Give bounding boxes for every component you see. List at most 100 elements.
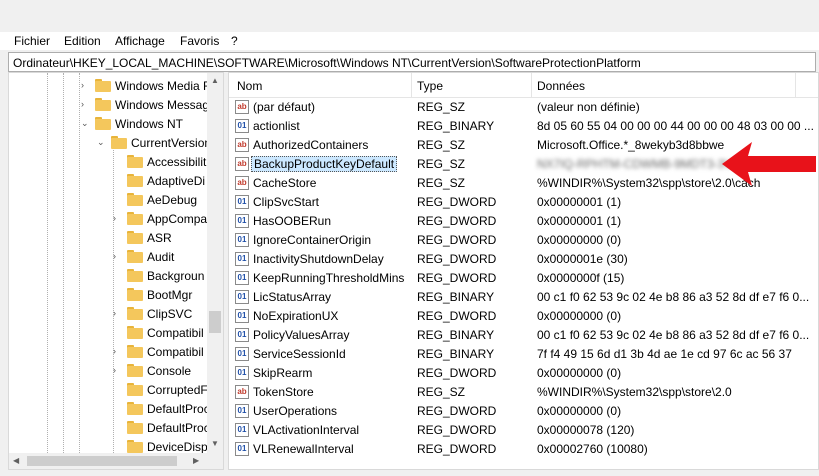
folder-icon xyxy=(127,269,143,282)
tree-item[interactable]: › Windows Messag xyxy=(9,96,209,115)
table-row[interactable]: 01 IgnoreContainerOrigin REG_DWORD 0x000000… xyxy=(229,231,818,250)
column-divider[interactable] xyxy=(411,73,412,97)
value-data: 0x00000001 (1) xyxy=(537,195,622,209)
column-divider[interactable] xyxy=(795,73,796,97)
table-row[interactable]: 01 InactivityShutdownDelay REG_DWORD 0x0000… xyxy=(229,250,818,269)
tree-item[interactable]: ASR xyxy=(9,229,207,248)
tree-item-label: AdaptiveDi xyxy=(147,174,206,188)
column-header-data[interactable]: Données xyxy=(537,79,585,93)
table-row[interactable]: ab TokenStore REG_SZ %WINDIR%\System32\spp\… xyxy=(229,383,818,402)
address-path[interactable]: Ordinateur\HKEY_LOCAL_MACHINE\SOFTWARE\M… xyxy=(13,56,641,70)
tree-item[interactable]: › ClipSVC xyxy=(9,305,207,324)
tree-item[interactable]: › Windows Media F xyxy=(9,77,210,96)
value-name: PolicyValuesArray xyxy=(253,328,350,342)
menu-help[interactable]: ? xyxy=(231,34,238,48)
value-type: REG_SZ xyxy=(417,385,466,399)
tree-item-label: ClipSVC xyxy=(147,307,193,321)
table-row[interactable]: 01 UserOperations REG_DWORD 0x00000000 (0) xyxy=(229,402,818,421)
scroll-right-icon[interactable]: ▶ xyxy=(193,456,199,465)
address-bar[interactable]: Ordinateur\HKEY_LOCAL_MACHINE\SOFTWARE\M… xyxy=(8,52,816,72)
chevron-right-icon[interactable]: › xyxy=(113,308,116,318)
table-row[interactable]: 01 ServiceSessionId REG_BINARY 7f f4 49 15 … xyxy=(229,345,818,364)
table-row[interactable]: 01 PolicyValuesArray REG_BINARY 00 c1 f0 62… xyxy=(229,326,818,345)
tree-item[interactable]: Backgroun xyxy=(9,267,207,286)
chevron-right-icon[interactable]: › xyxy=(113,365,116,375)
chevron-right-icon[interactable]: › xyxy=(81,80,84,90)
tree-horizontal-scrollbar[interactable]: ◀ ▶ xyxy=(9,453,223,469)
binary-value-icon: 01 xyxy=(235,195,249,209)
chevron-right-icon[interactable]: › xyxy=(113,251,116,261)
table-row[interactable]: 01 VLActivationInterval REG_DWORD 0x0000007… xyxy=(229,421,818,440)
folder-icon xyxy=(127,212,143,225)
value-data: 8d 05 60 55 04 00 00 00 44 00 00 00 48 0… xyxy=(537,119,814,133)
tree-item[interactable]: CorruptedF xyxy=(9,381,208,400)
tree-item[interactable]: › AppCompa xyxy=(9,210,207,229)
table-row[interactable]: 01 NoExpirationUX REG_DWORD 0x00000000 (0) xyxy=(229,307,818,326)
table-row[interactable]: 01 actionlist REG_BINARY 8d 05 60 55 04 00 … xyxy=(229,117,818,136)
value-type: REG_BINARY xyxy=(417,328,495,342)
chevron-right-icon[interactable]: › xyxy=(113,346,116,356)
menu-favoris[interactable]: Favoris xyxy=(180,34,219,48)
value-data: 00 c1 f0 62 53 9c 02 4e b8 86 a3 52 8d d… xyxy=(537,290,810,304)
tree-item-label: CorruptedF xyxy=(147,383,208,397)
tree-item-label: Backgroun xyxy=(147,269,205,283)
tree-item[interactable]: DefaultProc xyxy=(9,400,210,419)
value-name: ServiceSessionId xyxy=(253,347,346,361)
chevron-right-icon[interactable]: › xyxy=(81,99,84,109)
table-row[interactable]: ab (par défaut) REG_SZ (valeur non définie) xyxy=(229,98,818,117)
scroll-thumb[interactable] xyxy=(209,311,221,333)
tree-item[interactable]: ⌄ Windows NT xyxy=(9,115,207,134)
scroll-thumb-horizontal[interactable] xyxy=(27,456,177,466)
tree-item[interactable]: DefaultProc xyxy=(9,419,210,438)
tree-item[interactable]: › Audit xyxy=(9,248,207,267)
table-row[interactable]: 01 KeepRunningThresholdMins REG_DWORD 0x000… xyxy=(229,269,818,288)
string-value-icon: ab xyxy=(235,138,249,152)
value-data: 0x00000000 (0) xyxy=(537,404,622,418)
column-header-type[interactable]: Type xyxy=(417,79,443,93)
table-row[interactable]: 01 SkipRearm REG_DWORD 0x00000000 (0) xyxy=(229,364,818,383)
scroll-left-icon[interactable]: ◀ xyxy=(13,456,19,465)
tree-item-label: Accessibilit xyxy=(147,155,207,169)
column-divider[interactable] xyxy=(531,73,532,97)
tree-item[interactable]: › Console xyxy=(9,362,207,381)
chevron-down-icon[interactable]: ⌄ xyxy=(97,137,105,148)
chevron-down-icon[interactable]: ⌄ xyxy=(81,118,89,129)
tree-item-label: DefaultProc xyxy=(147,402,210,416)
tree-item[interactable]: › Compatibil xyxy=(9,343,207,362)
chevron-right-icon[interactable]: › xyxy=(113,213,116,223)
tree-item[interactable]: ⌄ CurrentVersion xyxy=(9,134,211,153)
value-type: REG_SZ xyxy=(417,176,466,190)
tree-item-label: CurrentVersion xyxy=(131,136,212,150)
binary-value-icon: 01 xyxy=(235,309,249,323)
tree-item[interactable]: AeDebug xyxy=(9,191,207,210)
value-type: REG_BINARY xyxy=(417,290,495,304)
tree-vertical-scrollbar[interactable]: ▲ ▼ xyxy=(207,73,223,453)
menu-edition[interactable]: Edition xyxy=(64,34,101,48)
table-row[interactable]: 01 ClipSvcStart REG_DWORD 0x00000001 (1) xyxy=(229,193,818,212)
menu-affichage[interactable]: Affichage xyxy=(115,34,165,48)
folder-icon xyxy=(95,98,111,111)
table-row[interactable]: 01 LicStatusArray REG_BINARY 00 c1 f0 62 53… xyxy=(229,288,818,307)
value-name: InactivityShutdownDelay xyxy=(253,252,384,266)
value-type: REG_DWORD xyxy=(417,423,497,437)
table-row[interactable]: 01 VLRenewalInterval REG_DWORD 0x00002760 (… xyxy=(229,440,818,459)
folder-icon xyxy=(111,136,127,149)
tree-item-label: BootMgr xyxy=(147,288,193,302)
tree-item-label: AppCompa xyxy=(147,212,208,226)
tree-item[interactable]: Accessibilit xyxy=(9,153,207,172)
value-data: 0x00000000 (0) xyxy=(537,366,622,380)
binary-value-icon: 01 xyxy=(235,442,249,456)
value-name: UserOperations xyxy=(253,404,338,418)
tree-item[interactable]: BootMgr xyxy=(9,286,207,305)
tree-item[interactable]: AdaptiveDi xyxy=(9,172,207,191)
scroll-up-icon[interactable]: ▲ xyxy=(211,76,219,85)
scroll-down-icon[interactable]: ▼ xyxy=(211,439,219,448)
table-row[interactable]: 01 HasOOBERun REG_DWORD 0x00000001 (1) xyxy=(229,212,818,231)
value-name: VLActivationInterval xyxy=(253,423,360,437)
binary-value-icon: 01 xyxy=(235,328,249,342)
tree-item[interactable]: Compatibil xyxy=(9,324,207,343)
value-type: REG_SZ xyxy=(417,157,466,171)
menu-fichier[interactable]: Fichier xyxy=(14,34,50,48)
column-header-name[interactable]: Nom xyxy=(237,79,262,93)
binary-value-icon: 01 xyxy=(235,119,249,133)
